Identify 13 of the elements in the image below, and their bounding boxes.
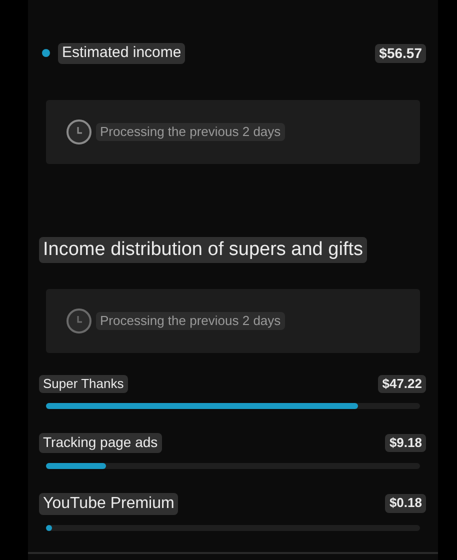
source-amount: $0.18 [385, 494, 426, 513]
clock-icon [66, 308, 92, 334]
income-amount: $56.57 [375, 44, 426, 64]
source-amount: $47.22 [378, 374, 426, 393]
source-amount: $9.18 [385, 434, 426, 452]
clock-icon [66, 118, 92, 145]
section-title: Income distribution of supers and gifts [39, 236, 368, 262]
notice-text: Processing the previous 2 days [96, 312, 285, 330]
source-label: Super Thanks [39, 374, 128, 393]
notice-text: Processing the previous 2 days [96, 122, 285, 141]
source-label: Tracking page ads [39, 433, 162, 452]
source-label: YouTube Premium [39, 492, 178, 514]
income-label: Estimated income [58, 43, 186, 64]
